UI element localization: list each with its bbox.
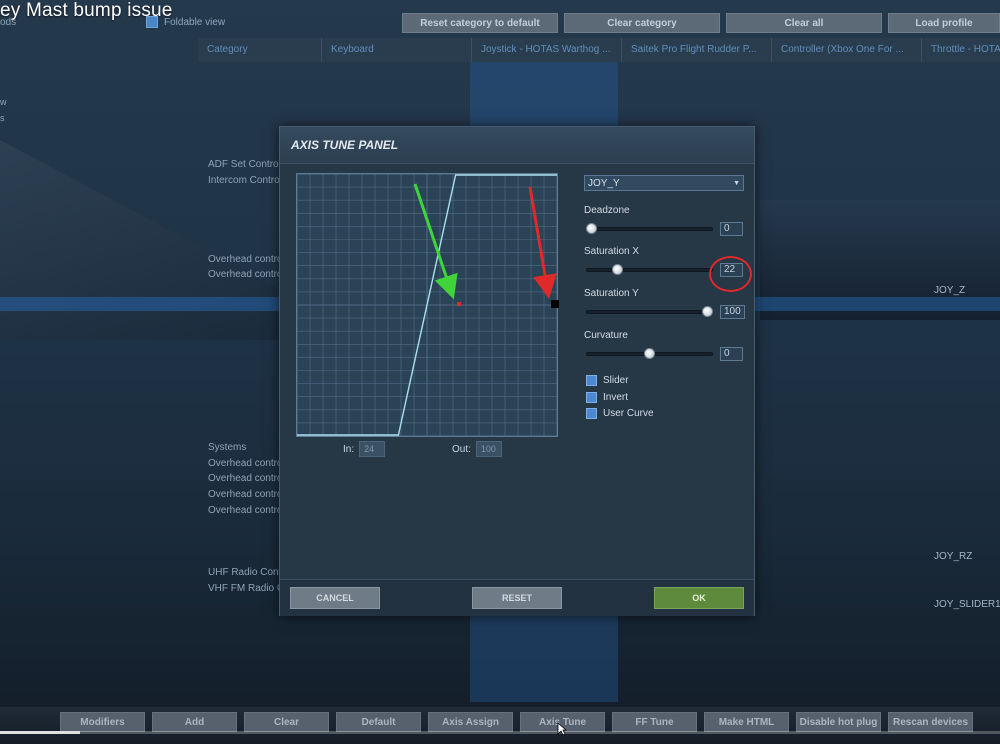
video-progress-bar[interactable]	[0, 731, 1000, 734]
out-label: Out:	[452, 443, 471, 455]
ff-tune-button[interactable]: FF Tune	[612, 712, 697, 732]
deadzone-label: Deadzone	[584, 205, 630, 216]
add-button[interactable]: Add	[152, 712, 237, 732]
column-header-row: Category Keyboard Joystick - HOTAS Warth…	[198, 38, 1000, 62]
axis-tune-panel: AXIS TUNE PANEL In: 24 Out: 100 JOY_Y ▼ …	[279, 126, 755, 616]
reset-category-button[interactable]: Reset category to default	[402, 13, 558, 33]
top-left-fragment: ods	[0, 17, 17, 28]
saturation-y-slider-knob[interactable]	[702, 306, 713, 317]
list-item[interactable]: Overhead controls	[208, 269, 290, 280]
column-controller[interactable]: Controller (Xbox One For ...	[772, 38, 922, 62]
list-item[interactable]: Overhead controls	[208, 489, 290, 500]
load-profile-button[interactable]: Load profile	[888, 13, 1000, 33]
foldable-view-toggle[interactable]: Foldable view	[146, 16, 225, 28]
curvature-slider-knob[interactable]	[644, 348, 655, 359]
in-label: In:	[343, 443, 355, 455]
saturation-x-label: Saturation X	[584, 246, 640, 257]
cancel-button[interactable]: CANCEL	[290, 587, 380, 609]
list-item[interactable]: Overhead controls	[208, 473, 290, 484]
make-html-button[interactable]: Make HTML	[704, 712, 789, 732]
assignment-joy-z[interactable]: JOY_Z	[934, 285, 965, 296]
list-item[interactable]: ADF Set Control	[208, 159, 281, 170]
deadzone-value[interactable]: 0	[720, 222, 743, 236]
list-item[interactable]: Systems	[208, 442, 246, 453]
default-button[interactable]: Default	[336, 712, 421, 732]
ok-button[interactable]: OK	[654, 587, 744, 609]
invert-checkbox[interactable]	[586, 392, 597, 403]
saturation-x-slider[interactable]	[586, 268, 713, 272]
left-fragment: w	[0, 97, 7, 107]
axis-curve-graph[interactable]	[296, 173, 558, 437]
column-joystick[interactable]: Joystick - HOTAS Warthog ...	[472, 38, 622, 62]
saturation-y-value[interactable]: 100	[720, 305, 745, 319]
input-readout: In: 24	[343, 441, 386, 457]
column-rudder[interactable]: Saitek Pro Flight Rudder P...	[622, 38, 772, 62]
deadzone-slider[interactable]	[586, 227, 713, 231]
user-curve-checkbox[interactable]	[586, 408, 597, 419]
list-item[interactable]: Overhead controls	[208, 254, 290, 265]
column-keyboard[interactable]: Keyboard	[322, 38, 472, 62]
video-progress-fill	[0, 731, 80, 734]
axis-select-value: JOY_Y	[588, 177, 620, 189]
slider-checkbox-row[interactable]: Slider	[586, 375, 629, 386]
out-value: 100	[475, 441, 502, 457]
curvature-value[interactable]: 0	[720, 347, 743, 361]
deadzone-slider-knob[interactable]	[586, 223, 597, 234]
saturation-x-slider-knob[interactable]	[611, 264, 623, 275]
axis-select[interactable]: JOY_Y ▼	[584, 175, 744, 191]
clear-all-button[interactable]: Clear all	[726, 13, 882, 33]
axis-curve-plot	[297, 174, 557, 436]
modifiers-button[interactable]: Modifiers	[60, 712, 145, 732]
red-circle-annotation	[709, 256, 752, 292]
slider-checkbox-label: Slider	[603, 375, 629, 386]
foldable-view-checkbox[interactable]	[146, 16, 158, 28]
saturation-y-label: Saturation Y	[584, 288, 639, 299]
left-fragment: s	[0, 113, 5, 123]
column-category[interactable]: Category	[198, 38, 322, 62]
invert-checkbox-row[interactable]: Invert	[586, 392, 628, 403]
mouse-cursor-icon	[557, 722, 567, 736]
clear-button[interactable]: Clear	[244, 712, 329, 732]
curvature-label: Curvature	[584, 330, 628, 341]
saturation-y-slider[interactable]	[586, 310, 713, 314]
list-item[interactable]: Overhead controls	[208, 458, 290, 469]
list-item[interactable]: Intercom Control	[208, 175, 282, 186]
disable-hot-plug-button[interactable]: Disable hot plug	[796, 712, 881, 732]
invert-checkbox-label: Invert	[603, 392, 629, 403]
in-value: 24	[359, 441, 386, 457]
assignment-joy-slider1[interactable]: JOY_SLIDER1	[934, 599, 1000, 610]
assignment-joy-rz[interactable]: JOY_RZ	[934, 551, 972, 562]
user-curve-checkbox-row[interactable]: User Curve	[586, 408, 654, 419]
column-throttle[interactable]: Throttle - HOTAS	[922, 38, 1000, 62]
axis-assign-button[interactable]: Axis Assign	[428, 712, 513, 732]
user-curve-checkbox-label: User Curve	[603, 408, 654, 419]
slider-checkbox[interactable]	[586, 375, 597, 386]
panel-title: AXIS TUNE PANEL	[280, 127, 754, 164]
list-item[interactable]: Overhead controls	[208, 505, 290, 516]
output-readout: Out: 100	[452, 441, 502, 457]
foldable-view-label: Foldable view	[164, 16, 226, 28]
clear-category-button[interactable]: Clear category	[564, 13, 720, 33]
reset-button[interactable]: RESET	[472, 587, 562, 609]
chevron-down-icon: ▼	[733, 179, 740, 187]
rescan-devices-button[interactable]: Rescan devices	[888, 712, 973, 732]
